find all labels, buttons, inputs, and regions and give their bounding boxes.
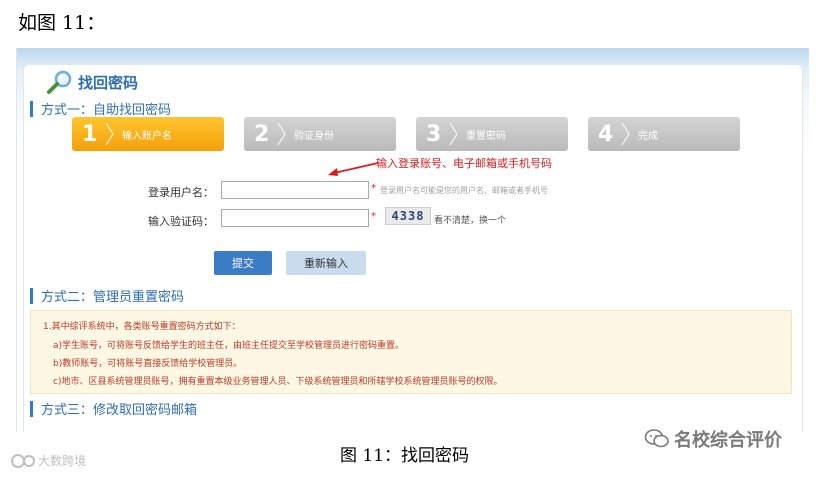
annotation-text: 输入登录账号、电子邮箱或手机号码 [376, 157, 552, 170]
step-4: 4 完成 [588, 117, 740, 151]
section-bar [30, 100, 33, 117]
captcha-label: 输入验证码： [148, 215, 214, 228]
step-number: 1 [82, 121, 98, 147]
captcha-image[interactable]: 4338 [385, 207, 431, 225]
wechat-icon [644, 429, 669, 448]
method2-heading: 方式二：管理员重置密码 [30, 286, 184, 305]
red-arrow-icon [328, 162, 379, 176]
right-watermark: 名校综合评价 [644, 426, 782, 452]
step-1: 1 输入账户名 [72, 117, 224, 151]
page-title-row: 找回密码 [46, 69, 138, 95]
notice-line: b)教师账号，可将账号直接反馈给学校管理员。 [53, 359, 243, 369]
document-heading: 如图 11： [18, 12, 106, 34]
page-title: 找回密码 [78, 73, 139, 92]
reset-button[interactable]: 重新输入 [286, 251, 366, 275]
required-mark: * [371, 211, 376, 222]
step-number: 4 [598, 121, 614, 147]
username-label: 登录用户名： [148, 186, 214, 199]
step-number: 3 [426, 121, 442, 147]
step-label: 验证身份 [294, 130, 334, 142]
username-hint: 登录用户名可能是您的用户名、邮箱或者手机号 [380, 186, 548, 195]
figure-caption: 图 11：找回密码 [340, 446, 470, 466]
step-label: 完成 [638, 130, 658, 142]
required-mark: * [371, 183, 376, 194]
recover-password-panel: 找回密码 方式一：自助找回密码 1 输入账户名 2 验证身份 3 重置密码 4 … [23, 64, 803, 432]
step-label: 重置密码 [466, 130, 506, 142]
notice-line: 1.其中综评系统中，各类账号重置密码方式如下： [43, 322, 241, 332]
method3-title: 方式三：修改取回密码邮箱 [41, 403, 198, 418]
step-label: 输入账户名 [122, 130, 172, 142]
magnifier-icon [47, 70, 72, 94]
method1-title: 方式一：自助找回密码 [41, 103, 172, 118]
left-watermark-text: 大数跨境 [38, 454, 87, 468]
section-bar [30, 400, 33, 417]
method3-heading: 方式三：修改取回密码邮箱 [30, 399, 197, 418]
captcha-input[interactable] [221, 209, 369, 227]
logo-icon [11, 453, 35, 468]
step-2: 2 验证身份 [244, 117, 396, 151]
screenshot-frame: 找回密码 方式一：自助找回密码 1 输入账户名 2 验证身份 3 重置密码 4 … [16, 48, 809, 432]
chevron-right-icon [277, 122, 286, 146]
username-input[interactable] [221, 181, 369, 199]
chevron-right-icon [449, 122, 458, 146]
notice-line: c)地市、区县系统管理员账号，拥有重置本级业务管理人员、下级系统管理员和所辖学校… [53, 377, 503, 387]
method2-title: 方式二：管理员重置密码 [41, 290, 185, 305]
method1-heading: 方式一：自助找回密码 [30, 99, 171, 118]
notice-line: a)学生账号，可将账号反馈给学生的班主任，由班主任提交至学校管理员进行密码重置。 [53, 341, 405, 351]
step-number: 2 [254, 121, 270, 147]
chevron-right-icon [105, 122, 114, 146]
captcha-refresh-link[interactable]: 看不清楚，换一个 [434, 213, 506, 226]
left-watermark: 大数跨境 [10, 452, 86, 469]
step-3: 3 重置密码 [416, 117, 568, 151]
section-bar [30, 287, 33, 304]
chevron-right-icon [621, 122, 630, 146]
notice-box: 1.其中综评系统中，各类账号重置密码方式如下： a)学生账号，可将账号反馈给学生… [30, 310, 792, 394]
right-watermark-text: 名校综合评价 [674, 430, 782, 451]
submit-button[interactable]: 提交 [214, 251, 272, 275]
